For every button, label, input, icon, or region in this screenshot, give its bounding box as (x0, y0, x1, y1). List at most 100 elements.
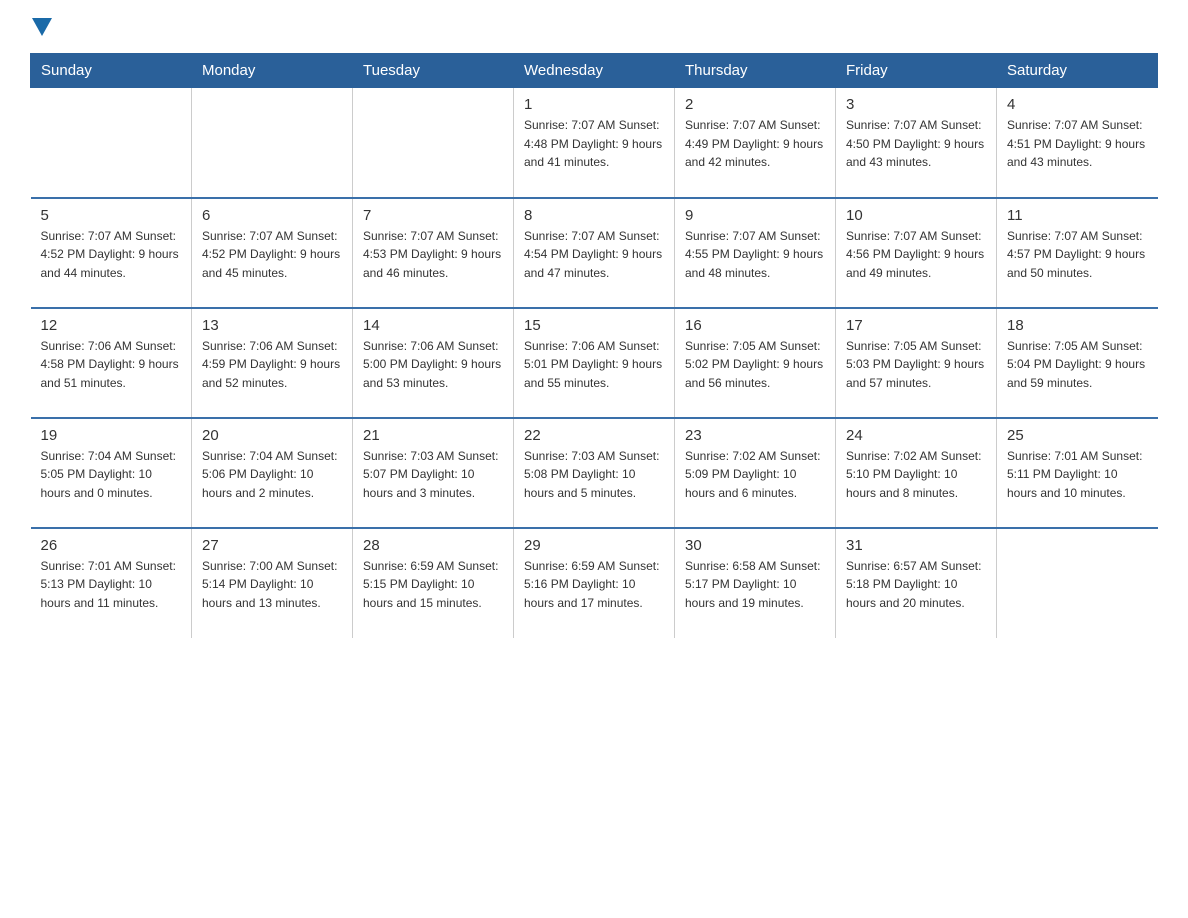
day-info: Sunrise: 7:06 AM Sunset: 4:59 PM Dayligh… (202, 337, 342, 393)
calendar-cell: 9 Sunrise: 7:07 AM Sunset: 4:55 PM Daylig… (675, 198, 836, 308)
day-info: Sunrise: 7:07 AM Sunset: 4:56 PM Dayligh… (846, 227, 986, 283)
day-info: Sunrise: 7:01 AM Sunset: 5:13 PM Dayligh… (41, 557, 182, 613)
day-number: 7 (363, 207, 503, 224)
day-info: Sunrise: 7:07 AM Sunset: 4:57 PM Dayligh… (1007, 227, 1148, 283)
calendar-cell (353, 88, 514, 198)
calendar-cell: 12 Sunrise: 7:06 AM Sunset: 4:58 PM Dayli… (31, 308, 192, 418)
day-number: 2 (685, 96, 825, 113)
calendar-cell: 14 Sunrise: 7:06 AM Sunset: 5:00 PM Dayli… (353, 308, 514, 418)
logo-area (30, 20, 52, 43)
day-number: 30 (685, 537, 825, 554)
calendar-cell: 4 Sunrise: 7:07 AM Sunset: 4:51 PM Daylig… (997, 88, 1158, 198)
calendar-cell: 29 Sunrise: 6:59 AM Sunset: 5:16 PM Dayli… (514, 528, 675, 638)
day-number: 5 (41, 207, 182, 224)
day-number: 13 (202, 317, 342, 334)
calendar-cell: 3 Sunrise: 7:07 AM Sunset: 4:50 PM Daylig… (836, 88, 997, 198)
logo-triangle-icon (32, 18, 52, 36)
day-number: 11 (1007, 207, 1148, 224)
day-number: 12 (41, 317, 182, 334)
calendar-cell: 20 Sunrise: 7:04 AM Sunset: 5:06 PM Dayli… (192, 418, 353, 528)
calendar-cell: 18 Sunrise: 7:05 AM Sunset: 5:04 PM Dayli… (997, 308, 1158, 418)
day-number: 10 (846, 207, 986, 224)
day-number: 16 (685, 317, 825, 334)
week-row-5: 26Sunrise: 7:01 AM Sunset: 5:13 PM Dayli… (31, 528, 1158, 638)
day-info: Sunrise: 7:04 AM Sunset: 5:06 PM Dayligh… (202, 447, 342, 503)
day-of-week-wednesday: Wednesday (514, 54, 675, 88)
day-number: 21 (363, 427, 503, 444)
day-info: Sunrise: 7:02 AM Sunset: 5:10 PM Dayligh… (846, 447, 986, 503)
calendar-cell: 19Sunrise: 7:04 AM Sunset: 5:05 PM Dayli… (31, 418, 192, 528)
week-row-1: 1Sunrise: 7:07 AM Sunset: 4:48 PM Daylig… (31, 88, 1158, 198)
day-number: 23 (685, 427, 825, 444)
calendar-cell: 10 Sunrise: 7:07 AM Sunset: 4:56 PM Dayli… (836, 198, 997, 308)
day-info: Sunrise: 7:06 AM Sunset: 5:00 PM Dayligh… (363, 337, 503, 393)
calendar-cell: 24 Sunrise: 7:02 AM Sunset: 5:10 PM Dayli… (836, 418, 997, 528)
day-of-week-monday: Monday (192, 54, 353, 88)
calendar-cell: 25Sunrise: 7:01 AM Sunset: 5:11 PM Dayli… (997, 418, 1158, 528)
day-number: 8 (524, 207, 664, 224)
day-number: 31 (846, 537, 986, 554)
calendar-cell: 1Sunrise: 7:07 AM Sunset: 4:48 PM Daylig… (514, 88, 675, 198)
calendar-cell: 28 Sunrise: 6:59 AM Sunset: 5:15 PM Dayli… (353, 528, 514, 638)
day-info: Sunrise: 7:07 AM Sunset: 4:52 PM Dayligh… (202, 227, 342, 283)
calendar-cell: 27Sunrise: 7:00 AM Sunset: 5:14 PM Dayli… (192, 528, 353, 638)
day-number: 4 (1007, 96, 1148, 113)
calendar-cell: 5 Sunrise: 7:07 AM Sunset: 4:52 PM Daylig… (31, 198, 192, 308)
calendar-cell (997, 528, 1158, 638)
days-of-week-row: SundayMondayTuesdayWednesdayThursdayFrid… (31, 54, 1158, 88)
calendar-cell: 8 Sunrise: 7:07 AM Sunset: 4:54 PM Daylig… (514, 198, 675, 308)
day-of-week-thursday: Thursday (675, 54, 836, 88)
day-info: Sunrise: 6:59 AM Sunset: 5:16 PM Dayligh… (524, 557, 664, 613)
day-number: 3 (846, 96, 986, 113)
calendar-cell: 13 Sunrise: 7:06 AM Sunset: 4:59 PM Dayli… (192, 308, 353, 418)
day-info: Sunrise: 7:04 AM Sunset: 5:05 PM Dayligh… (41, 447, 182, 503)
day-info: Sunrise: 7:02 AM Sunset: 5:09 PM Dayligh… (685, 447, 825, 503)
day-info: Sunrise: 7:05 AM Sunset: 5:04 PM Dayligh… (1007, 337, 1148, 393)
day-info: Sunrise: 7:07 AM Sunset: 4:53 PM Dayligh… (363, 227, 503, 283)
day-number: 27 (202, 537, 342, 554)
day-number: 15 (524, 317, 664, 334)
calendar-cell: 17Sunrise: 7:05 AM Sunset: 5:03 PM Dayli… (836, 308, 997, 418)
week-row-4: 19Sunrise: 7:04 AM Sunset: 5:05 PM Dayli… (31, 418, 1158, 528)
day-info: Sunrise: 7:07 AM Sunset: 4:55 PM Dayligh… (685, 227, 825, 283)
page-header (30, 20, 1158, 43)
day-info: Sunrise: 7:06 AM Sunset: 4:58 PM Dayligh… (41, 337, 182, 393)
day-info: Sunrise: 7:07 AM Sunset: 4:49 PM Dayligh… (685, 116, 825, 172)
day-of-week-tuesday: Tuesday (353, 54, 514, 88)
day-number: 22 (524, 427, 664, 444)
calendar-table: SundayMondayTuesdayWednesdayThursdayFrid… (30, 53, 1158, 638)
day-number: 14 (363, 317, 503, 334)
day-info: Sunrise: 7:03 AM Sunset: 5:08 PM Dayligh… (524, 447, 664, 503)
day-number: 18 (1007, 317, 1148, 334)
calendar-cell: 11 Sunrise: 7:07 AM Sunset: 4:57 PM Dayli… (997, 198, 1158, 308)
day-info: Sunrise: 7:07 AM Sunset: 4:50 PM Dayligh… (846, 116, 986, 172)
day-info: Sunrise: 7:07 AM Sunset: 4:48 PM Dayligh… (524, 116, 664, 172)
day-info: Sunrise: 7:07 AM Sunset: 4:52 PM Dayligh… (41, 227, 182, 283)
day-number: 6 (202, 207, 342, 224)
calendar-cell: 22 Sunrise: 7:03 AM Sunset: 5:08 PM Dayli… (514, 418, 675, 528)
calendar-cell: 31Sunrise: 6:57 AM Sunset: 5:18 PM Dayli… (836, 528, 997, 638)
day-info: Sunrise: 6:58 AM Sunset: 5:17 PM Dayligh… (685, 557, 825, 613)
calendar-cell: 7 Sunrise: 7:07 AM Sunset: 4:53 PM Daylig… (353, 198, 514, 308)
day-info: Sunrise: 7:05 AM Sunset: 5:02 PM Dayligh… (685, 337, 825, 393)
calendar-cell (31, 88, 192, 198)
day-of-week-saturday: Saturday (997, 54, 1158, 88)
day-number: 9 (685, 207, 825, 224)
calendar-cell: 16 Sunrise: 7:05 AM Sunset: 5:02 PM Dayli… (675, 308, 836, 418)
day-info: Sunrise: 7:07 AM Sunset: 4:54 PM Dayligh… (524, 227, 664, 283)
calendar-cell: 23 Sunrise: 7:02 AM Sunset: 5:09 PM Dayli… (675, 418, 836, 528)
calendar-cell: 30 Sunrise: 6:58 AM Sunset: 5:17 PM Dayli… (675, 528, 836, 638)
calendar-cell: 26Sunrise: 7:01 AM Sunset: 5:13 PM Dayli… (31, 528, 192, 638)
day-info: Sunrise: 6:59 AM Sunset: 5:15 PM Dayligh… (363, 557, 503, 613)
day-info: Sunrise: 7:01 AM Sunset: 5:11 PM Dayligh… (1007, 447, 1148, 503)
day-number: 29 (524, 537, 664, 554)
calendar-cell: 2 Sunrise: 7:07 AM Sunset: 4:49 PM Daylig… (675, 88, 836, 198)
day-info: Sunrise: 7:07 AM Sunset: 4:51 PM Dayligh… (1007, 116, 1148, 172)
day-number: 20 (202, 427, 342, 444)
day-number: 24 (846, 427, 986, 444)
calendar-cell (192, 88, 353, 198)
day-info: Sunrise: 7:03 AM Sunset: 5:07 PM Dayligh… (363, 447, 503, 503)
calendar-body: 1Sunrise: 7:07 AM Sunset: 4:48 PM Daylig… (31, 88, 1158, 638)
day-number: 28 (363, 537, 503, 554)
day-of-week-sunday: Sunday (31, 54, 192, 88)
